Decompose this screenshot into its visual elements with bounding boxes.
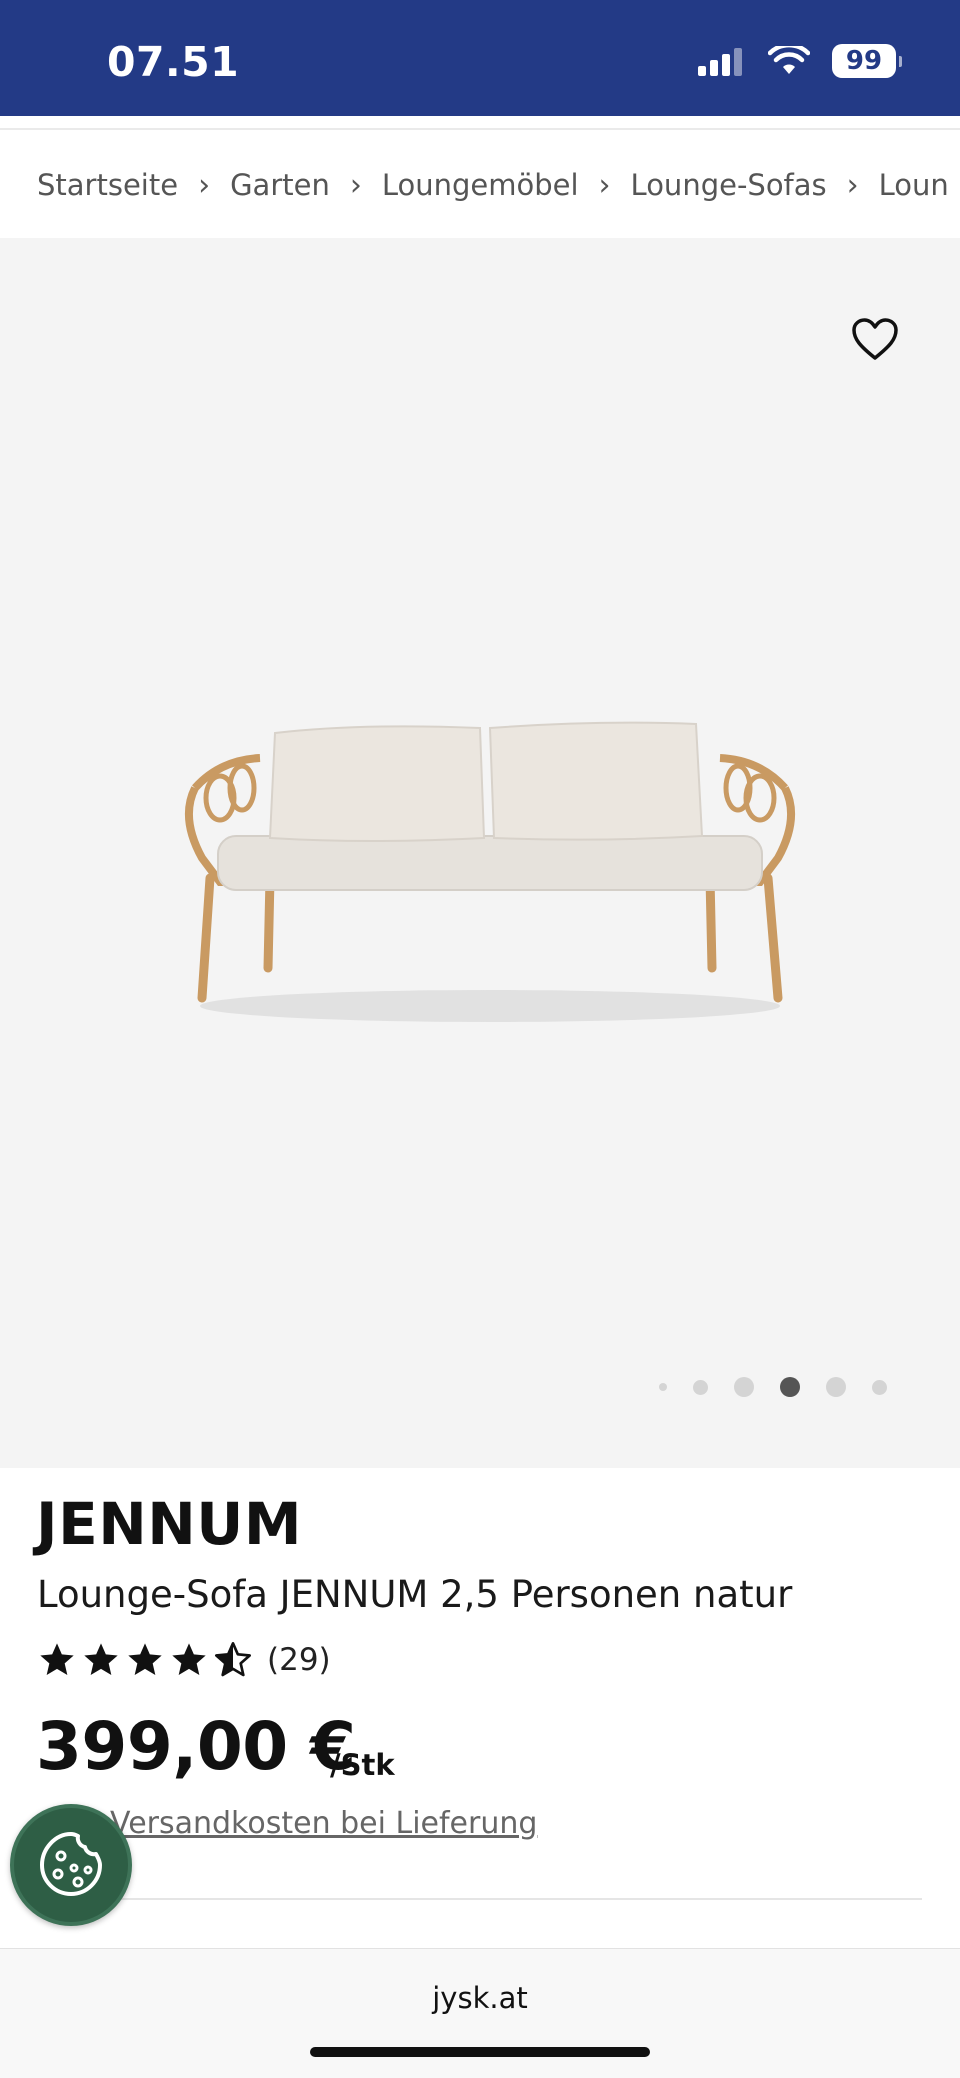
product-price: 399,00 € bbox=[36, 1708, 356, 1785]
breadcrumb-item-loungemoebel[interactable]: Loungemöbel bbox=[382, 168, 579, 202]
product-brand: JENNUM bbox=[36, 1490, 303, 1558]
product-image-gallery[interactable] bbox=[0, 238, 960, 1468]
divider bbox=[120, 1898, 922, 1900]
gallery-dot[interactable] bbox=[659, 1383, 667, 1391]
star-icon bbox=[40, 1643, 74, 1675]
chevron-right-icon: › bbox=[598, 167, 611, 203]
gallery-dot[interactable] bbox=[693, 1379, 708, 1395]
wifi-icon bbox=[768, 46, 810, 74]
browser-url-bar: jysk.at bbox=[0, 1948, 960, 2078]
home-indicator[interactable] bbox=[310, 2047, 650, 2057]
cookie-settings-button[interactable] bbox=[10, 1804, 132, 1926]
product-title: Lounge-Sofa JENNUM 2,5 Personen natur bbox=[37, 1573, 793, 1616]
header-strip bbox=[0, 116, 960, 130]
star-icon bbox=[128, 1643, 162, 1675]
product-image bbox=[184, 721, 796, 1022]
status-icons: 99 bbox=[698, 44, 902, 78]
gallery-dot-active[interactable] bbox=[780, 1377, 800, 1397]
cookie-icon bbox=[40, 1832, 102, 1896]
breadcrumb-item-current[interactable]: Loun bbox=[879, 168, 949, 202]
rating-stars bbox=[37, 1640, 253, 1680]
url-text[interactable]: jysk.at bbox=[0, 1981, 960, 2015]
breadcrumb-item-startseite[interactable]: Startseite bbox=[37, 168, 178, 202]
battery-icon: 99 bbox=[832, 44, 902, 78]
status-bar: 07.51 99 bbox=[0, 0, 960, 116]
chevron-right-icon: › bbox=[198, 167, 211, 203]
product-rating[interactable]: (29) bbox=[37, 1640, 331, 1680]
gallery-dot[interactable] bbox=[734, 1377, 754, 1397]
gallery-dot[interactable] bbox=[826, 1377, 846, 1397]
breadcrumb-item-lounge-sofas[interactable]: Lounge-Sofas bbox=[631, 168, 827, 202]
breadcrumb-item-garten[interactable]: Garten bbox=[230, 168, 330, 202]
shipping-costs-link[interactable]: Versandkosten bei Lieferung bbox=[110, 1806, 537, 1841]
status-time: 07.51 bbox=[107, 38, 240, 86]
star-icon bbox=[172, 1643, 206, 1675]
heart-icon[interactable] bbox=[850, 316, 900, 362]
product-info: JENNUM Lounge-Sofa JENNUM 2,5 Personen n… bbox=[0, 1468, 960, 1948]
chevron-right-icon: › bbox=[846, 167, 859, 203]
breadcrumb: Startseite › Garten › Loungemöbel › Loun… bbox=[0, 132, 960, 238]
price-unit: /Stk bbox=[330, 1748, 395, 1782]
signal-icon bbox=[698, 48, 742, 76]
gallery-pagination bbox=[659, 1377, 887, 1397]
gallery-dot[interactable] bbox=[872, 1379, 887, 1395]
star-half-icon bbox=[215, 1642, 252, 1677]
rating-count[interactable]: (29) bbox=[267, 1642, 331, 1678]
star-icon bbox=[84, 1643, 118, 1675]
chevron-right-icon: › bbox=[349, 167, 362, 203]
